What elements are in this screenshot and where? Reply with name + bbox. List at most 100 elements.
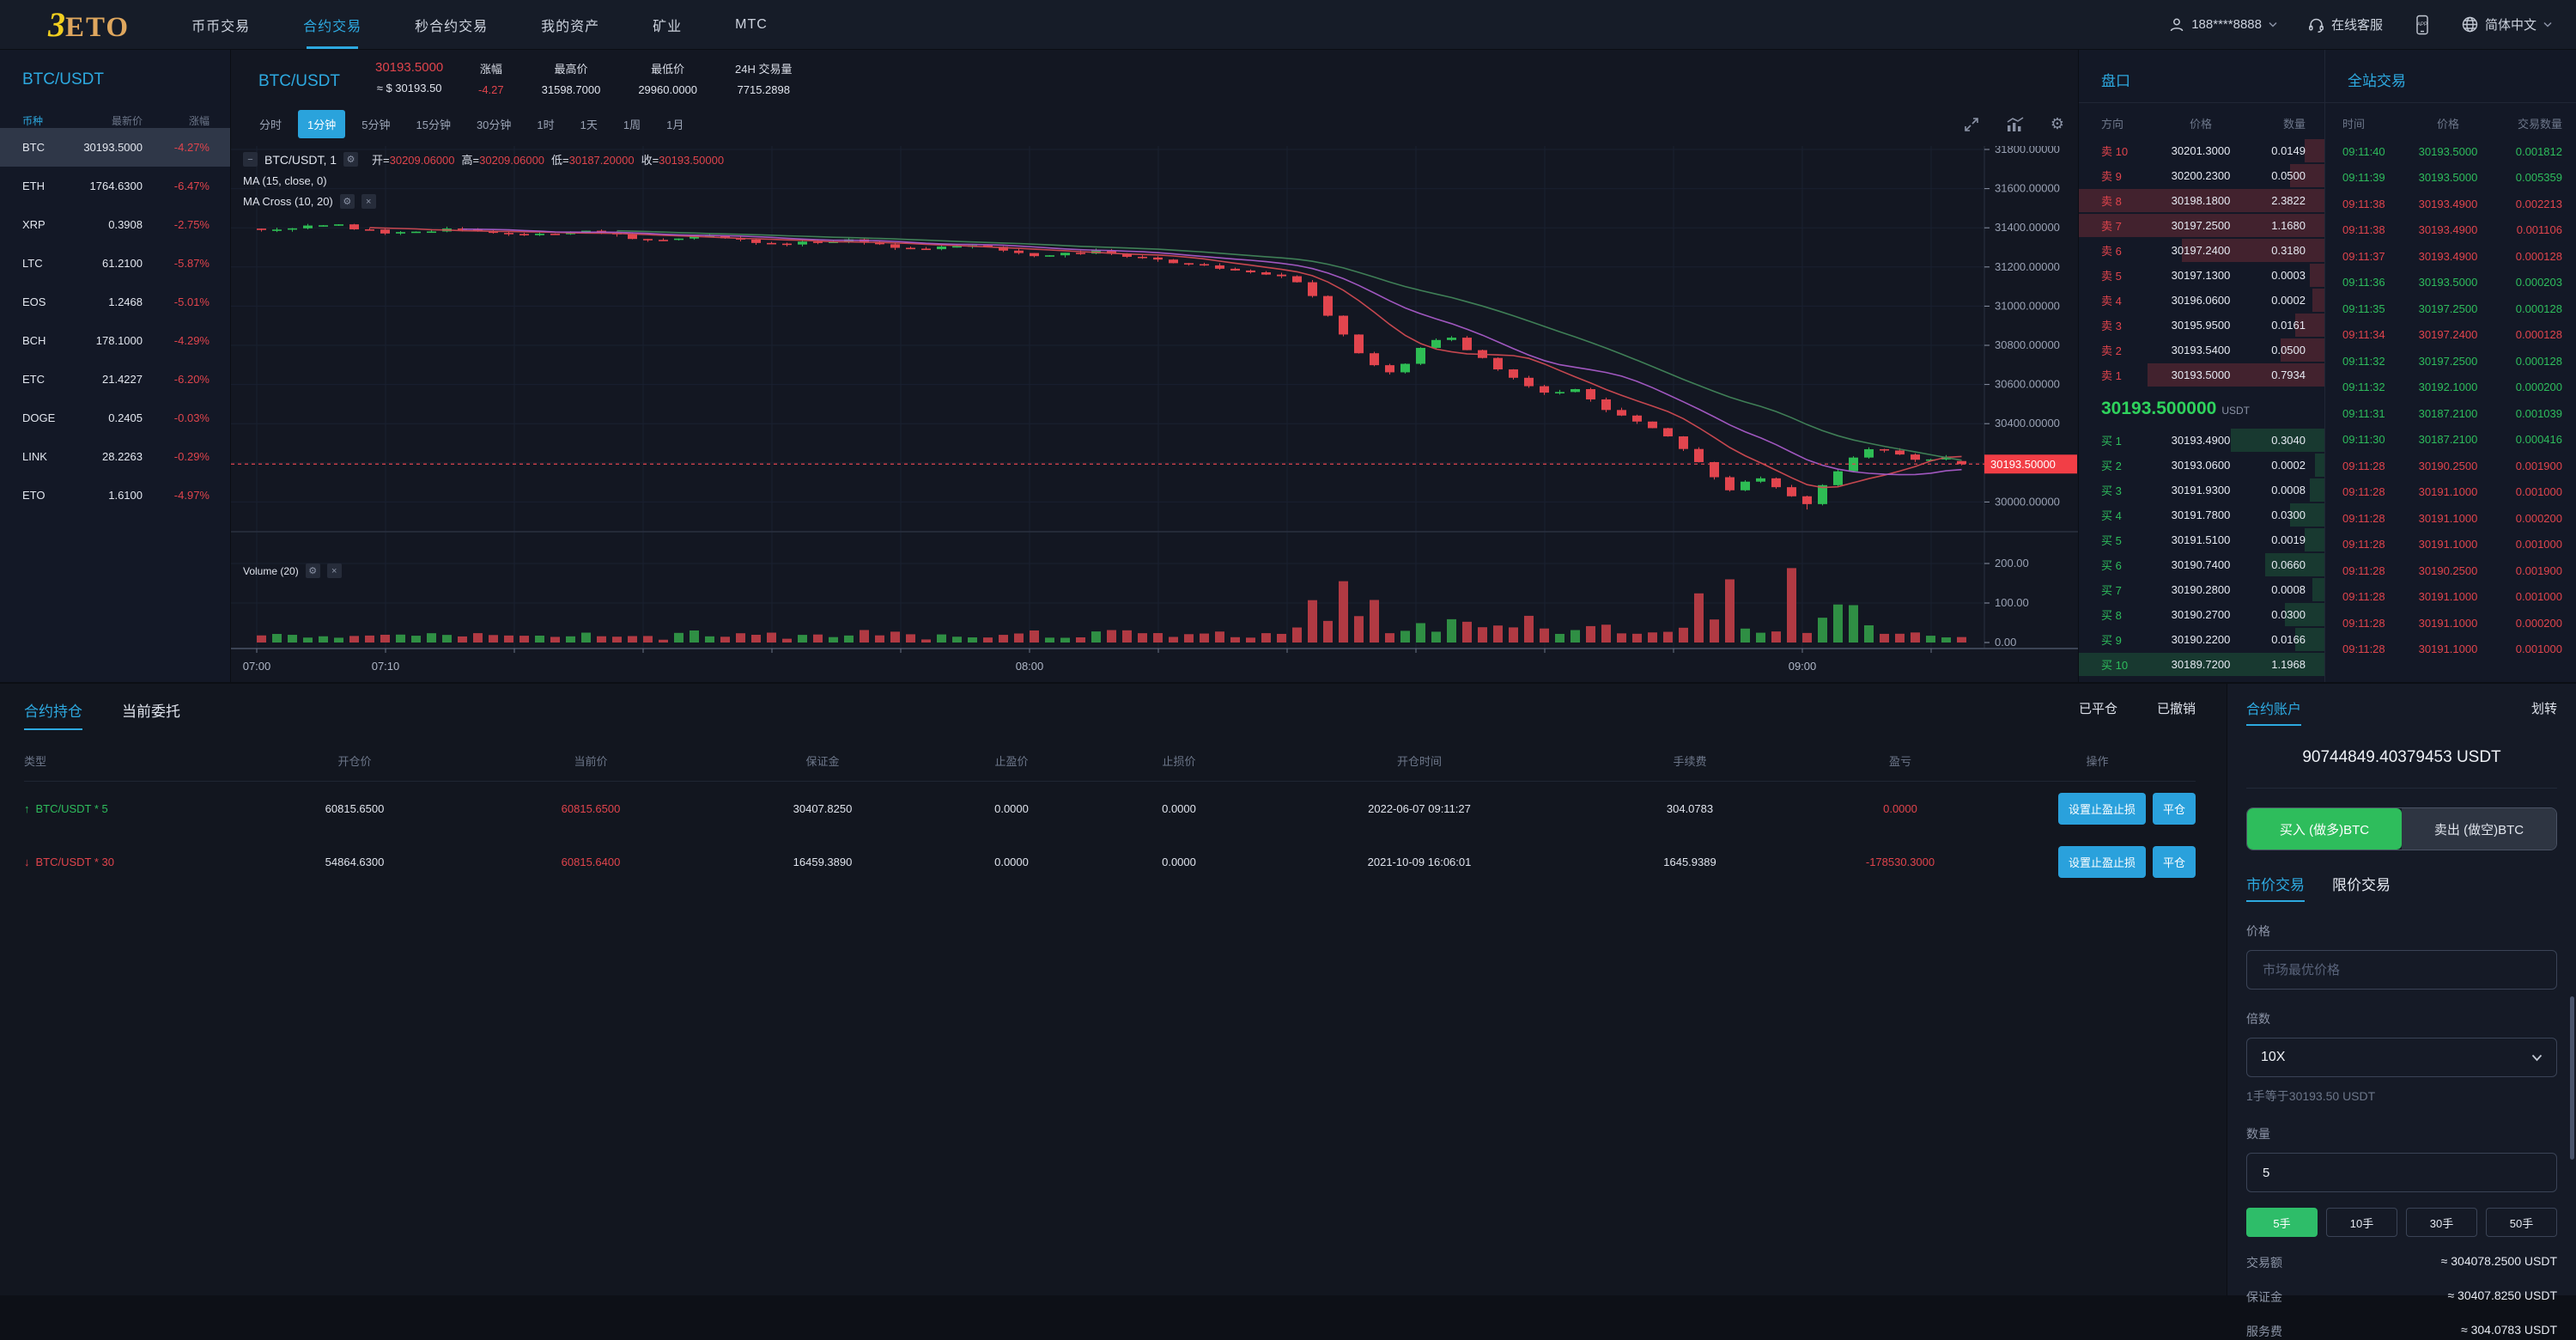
bid-row[interactable]: 买 1030189.72001.1968 [2079, 652, 2324, 677]
timeframe-1时[interactable]: 1时 [527, 110, 563, 138]
timeframe-1分钟[interactable]: 1分钟 [298, 110, 345, 138]
price-input[interactable] [2246, 950, 2557, 990]
ask-row[interactable]: 卖 530197.13000.0003 [2079, 263, 2324, 288]
indicator-icon[interactable] [2006, 116, 2025, 133]
leverage-select[interactable]: 10X [2246, 1038, 2557, 1077]
user-menu[interactable]: 188****8888 [2169, 17, 2277, 33]
language-switch[interactable]: 简体中文 [2462, 15, 2552, 34]
timeframe-30分钟[interactable]: 30分钟 [467, 110, 520, 138]
nav-item-2[interactable]: 合约交易 [303, 0, 361, 49]
market-row-BCH[interactable]: BCH178.1000-4.29% [0, 321, 230, 360]
market-row-DOGE[interactable]: DOGE0.2405-0.03% [0, 399, 230, 437]
nav-item-5[interactable]: 矿业 [653, 0, 682, 49]
logo[interactable]: 3 ETO [48, 4, 130, 45]
timeframe-5分钟[interactable]: 5分钟 [352, 110, 399, 138]
trade-time: 09:11:38 [2342, 223, 2409, 236]
ma-close-icon[interactable]: × [361, 194, 376, 209]
chart-stat: 涨幅-4.27 [478, 60, 504, 96]
price-label: 价格 [2246, 923, 2557, 940]
ob-direction: 卖 4 [2101, 292, 2158, 308]
lot-button-5手[interactable]: 5手 [2246, 1208, 2318, 1237]
chart-settings-gear-icon[interactable]: ⚙ [2050, 115, 2064, 133]
ask-row[interactable]: 卖 730197.25001.1680 [2079, 213, 2324, 238]
close-position-button[interactable]: 平仓 [2153, 793, 2196, 825]
bid-row[interactable]: 买 130193.49000.3040 [2079, 428, 2324, 453]
ask-row[interactable]: 卖 1030201.30000.0149 [2079, 138, 2324, 163]
market-row-ETH[interactable]: ETH1764.6300-6.47% [0, 167, 230, 205]
sell-short-button[interactable]: 卖出 (做空)BTC [2402, 808, 2556, 850]
bid-row[interactable]: 买 430191.78000.0300 [2079, 502, 2324, 527]
ma-gear-icon[interactable]: ⚙ [340, 194, 355, 209]
app-download[interactable]: APP [2414, 15, 2431, 35]
candlestick-chart[interactable]: 31800.0000031600.0000031400.0000031200.0… [231, 146, 2079, 682]
bid-row[interactable]: 买 830190.27000.0300 [2079, 602, 2324, 627]
ob-amount: 0.0008 [2244, 583, 2306, 596]
market-row-XRP[interactable]: XRP0.3908-2.75% [0, 205, 230, 244]
quantity-input[interactable] [2246, 1153, 2557, 1192]
positions-tab-2[interactable]: 当前委托 [122, 699, 180, 730]
buy-long-button[interactable]: 买入 (做多)BTC [2247, 808, 2402, 850]
nav-item-4[interactable]: 我的资产 [541, 0, 599, 49]
market-row-EOS[interactable]: EOS1.2468-5.01% [0, 283, 230, 321]
bid-row[interactable]: 买 930190.22000.0166 [2079, 627, 2324, 652]
ask-row[interactable]: 卖 930200.23000.0500 [2079, 163, 2324, 188]
positions-tab-1[interactable]: 合约持仓 [24, 699, 82, 730]
fullscreen-icon[interactable] [1963, 116, 1980, 133]
online-service[interactable]: 在线客服 [2308, 15, 2383, 34]
nav-item-1[interactable]: 币币交易 [191, 0, 250, 49]
timeframe-1月[interactable]: 1月 [657, 110, 693, 138]
ask-row[interactable]: 卖 330195.95000.0161 [2079, 313, 2324, 338]
history-link[interactable]: 已平仓 [2079, 699, 2117, 717]
history-link[interactable]: 已撤销 [2157, 699, 2196, 717]
set-tp-sl-button[interactable]: 设置止盈止损 [2058, 793, 2146, 825]
legend-collapse-icon[interactable]: − [243, 152, 258, 167]
order-book-header: 方向 价格 数量 [2079, 103, 2324, 138]
quantity-input-field[interactable] [2261, 1165, 2543, 1181]
transfer-link[interactable]: 划转 [2531, 697, 2557, 717]
sidebar-pair-title: BTC/USDT [0, 50, 230, 89]
lot-button-30手[interactable]: 30手 [2406, 1208, 2477, 1237]
page-scrollbar[interactable] [2570, 996, 2574, 1160]
market-row-LTC[interactable]: LTC61.2100-5.87% [0, 244, 230, 283]
trade-amount: 0.000203 [2487, 276, 2562, 289]
market-row-BTC[interactable]: BTC30193.5000-4.27% [0, 128, 230, 167]
nav-item-3[interactable]: 秒合约交易 [415, 0, 488, 49]
market-row-ETO[interactable]: ETO1.6100-4.97% [0, 476, 230, 515]
trade-time: 09:11:40 [2342, 145, 2409, 158]
col-trade-amount: 交易数量 [2487, 115, 2562, 131]
volume-gear-icon[interactable]: ⚙ [306, 563, 320, 578]
trade-row: 09:11:3430197.24000.000128 [2325, 322, 2576, 349]
nav-item-6[interactable]: MTC [735, 0, 768, 49]
bid-row[interactable]: 买 530191.51000.0019 [2079, 527, 2324, 552]
set-tp-sl-button[interactable]: 设置止盈止损 [2058, 846, 2146, 878]
ask-row[interactable]: 卖 230193.54000.0500 [2079, 338, 2324, 362]
ask-row[interactable]: 卖 430196.06000.0002 [2079, 288, 2324, 313]
lot-button-10手[interactable]: 10手 [2326, 1208, 2397, 1237]
volume-close-icon[interactable]: × [327, 563, 342, 578]
market-trades-panel: 全站交易 时间 价格 交易数量 09:11:4030193.50000.0018… [2324, 50, 2576, 682]
timeframe-1周[interactable]: 1周 [614, 110, 650, 138]
bid-row[interactable]: 买 330191.93000.0008 [2079, 478, 2324, 502]
ask-row[interactable]: 卖 630197.24000.3180 [2079, 238, 2324, 263]
legend-gear-icon[interactable]: ⚙ [343, 152, 358, 167]
ask-row[interactable]: 卖 130193.50000.7934 [2079, 362, 2324, 387]
order-type-tab-1[interactable]: 市价交易 [2246, 873, 2305, 902]
timeframe-15分钟[interactable]: 15分钟 [406, 110, 459, 138]
chart-pair-title[interactable]: BTC/USDT [258, 72, 340, 91]
close-position-button[interactable]: 平仓 [2153, 846, 2196, 878]
bid-row[interactable]: 买 230193.06000.0002 [2079, 453, 2324, 478]
market-row-ETC[interactable]: ETC21.4227-6.20% [0, 360, 230, 399]
chart-approx-usd: ≈ $ 30193.50 [375, 82, 443, 94]
order-type-tab-2[interactable]: 限价交易 [2332, 873, 2391, 894]
market-row-LINK[interactable]: LINK28.2263-0.29% [0, 437, 230, 476]
pos-col-header: 止盈价 [926, 752, 1097, 769]
bid-row[interactable]: 买 730190.28000.0008 [2079, 577, 2324, 602]
price-input-field[interactable] [2261, 962, 2543, 978]
timeframe-分时[interactable]: 分时 [250, 110, 291, 138]
ask-row[interactable]: 卖 830198.18002.3822 [2079, 188, 2324, 213]
timeframe-1天[interactable]: 1天 [571, 110, 607, 138]
lot-button-50手[interactable]: 50手 [2486, 1208, 2557, 1237]
account-title[interactable]: 合约账户 [2246, 697, 2301, 726]
bid-row[interactable]: 买 630190.74000.0660 [2079, 552, 2324, 577]
navbar-right: 188****8888 在线客服 APP 简体中文 [2169, 15, 2552, 35]
